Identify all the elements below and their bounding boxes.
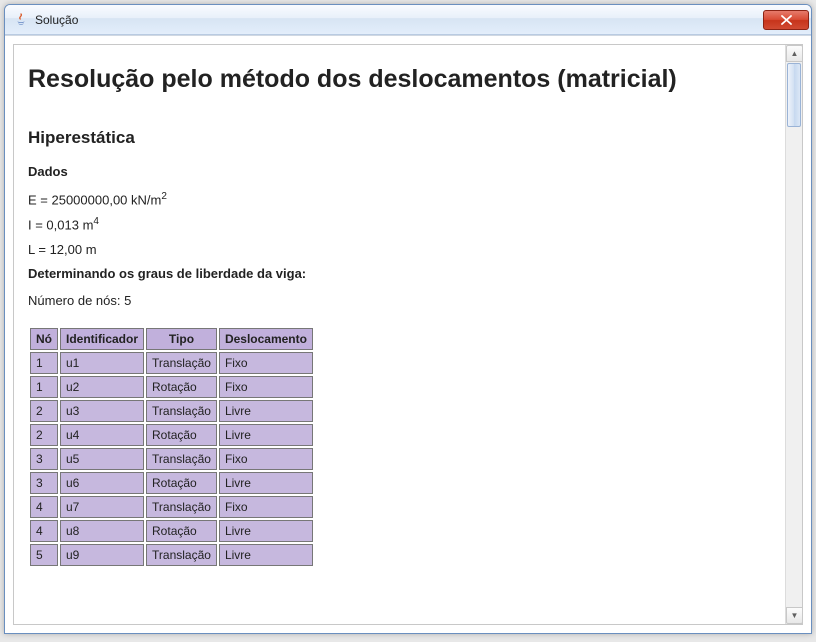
cell-desl: Livre — [219, 544, 313, 566]
cell-no: 4 — [30, 496, 58, 518]
cell-tipo: Translação — [146, 544, 217, 566]
cell-id: u1 — [60, 352, 144, 374]
cell-desl: Livre — [219, 472, 313, 494]
cell-no: 2 — [30, 400, 58, 422]
cell-tipo: Translação — [146, 400, 217, 422]
cell-no: 2 — [30, 424, 58, 446]
cell-desl: Livre — [219, 424, 313, 446]
window-title: Solução — [35, 13, 763, 27]
cell-id: u2 — [60, 376, 144, 398]
dof-table: Nó Identificador Tipo Deslocamento 1u1Tr… — [28, 326, 315, 568]
table-row: 2u4RotaçãoLivre — [30, 424, 313, 446]
cell-desl: Fixo — [219, 376, 313, 398]
cell-desl: Livre — [219, 520, 313, 542]
content-area: Resolução pelo método dos deslocamentos … — [5, 35, 811, 633]
table-row: 1u1TranslaçãoFixo — [30, 352, 313, 374]
cell-id: u3 — [60, 400, 144, 422]
cell-no: 1 — [30, 376, 58, 398]
cell-tipo: Rotação — [146, 424, 217, 446]
table-row: 3u6RotaçãoLivre — [30, 472, 313, 494]
page-title: Resolução pelo método dos deslocamentos … — [28, 65, 770, 94]
cell-tipo: Translação — [146, 496, 217, 518]
table-header-row: Nó Identificador Tipo Deslocamento — [30, 328, 313, 350]
value-E-exp: 2 — [161, 191, 167, 202]
document-body: Resolução pelo método dos deslocamentos … — [14, 45, 784, 624]
cell-desl: Fixo — [219, 352, 313, 374]
cell-desl: Livre — [219, 400, 313, 422]
cell-id: u9 — [60, 544, 144, 566]
cell-id: u4 — [60, 424, 144, 446]
cell-tipo: Rotação — [146, 472, 217, 494]
cell-id: u5 — [60, 448, 144, 470]
cell-tipo: Rotação — [146, 376, 217, 398]
value-I-text: I = 0,013 m — [28, 218, 93, 233]
cell-desl: Fixo — [219, 448, 313, 470]
scroll-down-button[interactable]: ▼ — [786, 607, 803, 624]
close-button[interactable] — [763, 10, 809, 30]
value-I: I = 0,013 m4 — [28, 216, 770, 232]
value-I-exp: 4 — [93, 216, 99, 227]
nodes-count: Número de nós: 5 — [28, 293, 770, 308]
table-row: 5u9TranslaçãoLivre — [30, 544, 313, 566]
dados-heading: Dados — [28, 164, 770, 179]
cell-id: u8 — [60, 520, 144, 542]
table-row: 4u7TranslaçãoFixo — [30, 496, 313, 518]
table-row: 4u8RotaçãoLivre — [30, 520, 313, 542]
cell-tipo: Translação — [146, 352, 217, 374]
col-id: Identificador — [60, 328, 144, 350]
cell-tipo: Rotação — [146, 520, 217, 542]
scroll-thumb[interactable] — [787, 63, 801, 127]
dof-heading: Determinando os graus de liberdade da vi… — [28, 266, 770, 281]
cell-no: 1 — [30, 352, 58, 374]
scroll-pane: Resolução pelo método dos deslocamentos … — [13, 44, 803, 625]
value-E: E = 25000000,00 kN/m2 — [28, 191, 770, 207]
titlebar[interactable]: Solução — [5, 5, 811, 35]
cell-no: 3 — [30, 472, 58, 494]
cell-desl: Fixo — [219, 496, 313, 518]
col-desl: Deslocamento — [219, 328, 313, 350]
app-window: Solução Resolução pelo método dos desloc… — [4, 4, 812, 634]
cell-no: 5 — [30, 544, 58, 566]
cell-no: 3 — [30, 448, 58, 470]
value-E-text: E = 25000000,00 kN/m — [28, 192, 161, 207]
java-icon — [13, 12, 29, 28]
table-row: 3u5TranslaçãoFixo — [30, 448, 313, 470]
value-L: L = 12,00 m — [28, 242, 770, 257]
cell-no: 4 — [30, 520, 58, 542]
section-heading: Hiperestática — [28, 128, 770, 148]
scroll-up-button[interactable]: ▲ — [786, 45, 803, 62]
table-row: 1u2RotaçãoFixo — [30, 376, 313, 398]
table-row: 2u3TranslaçãoLivre — [30, 400, 313, 422]
cell-id: u6 — [60, 472, 144, 494]
col-no: Nó — [30, 328, 58, 350]
cell-tipo: Translação — [146, 448, 217, 470]
col-tipo: Tipo — [146, 328, 217, 350]
cell-id: u7 — [60, 496, 144, 518]
vertical-scrollbar[interactable]: ▲ ▼ — [785, 45, 802, 624]
